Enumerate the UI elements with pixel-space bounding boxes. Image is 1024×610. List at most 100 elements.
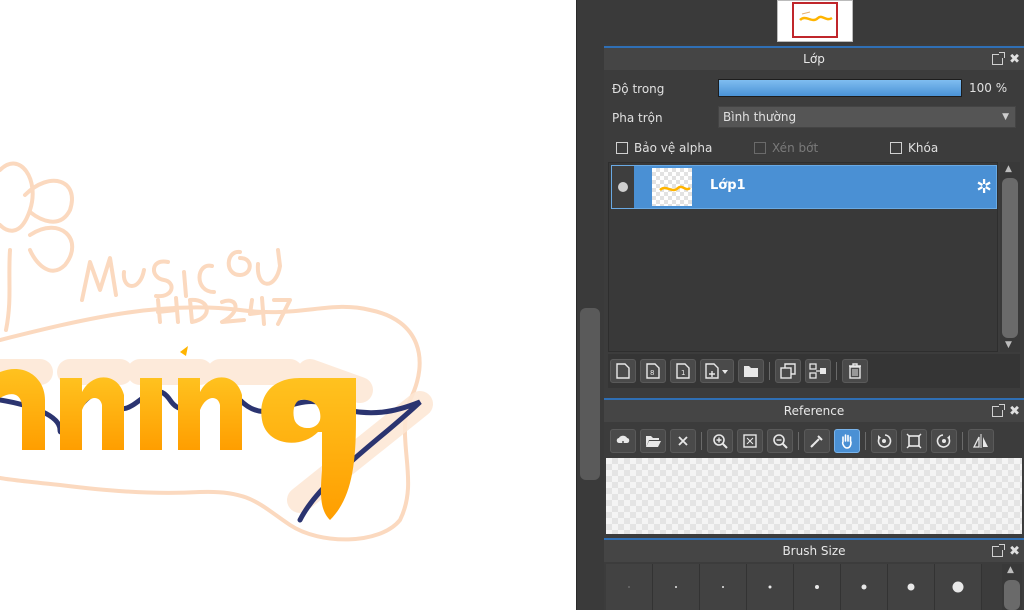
brush-size-scrollbar[interactable]: ▲ bbox=[1002, 564, 1022, 610]
protect-alpha-checkbox[interactable]: Bảo vệ alpha bbox=[616, 141, 712, 155]
toolbar-separator bbox=[836, 362, 837, 380]
reference-canvas[interactable] bbox=[606, 458, 1022, 534]
zoom-out-button[interactable] bbox=[767, 429, 793, 453]
brush-dot bbox=[861, 584, 867, 590]
brush-dot bbox=[768, 585, 772, 589]
layer-name[interactable]: Lớp1 bbox=[710, 178, 746, 193]
eye-icon[interactable] bbox=[618, 182, 628, 192]
new-8bit-layer-button[interactable]: 8 bbox=[640, 359, 666, 383]
canvas-scroll-thumb[interactable] bbox=[580, 308, 600, 480]
layer-8bit-icon: 8 bbox=[646, 363, 660, 379]
layer-row[interactable]: Lớp1 ✲ bbox=[611, 165, 997, 209]
zoom-out-icon bbox=[773, 434, 788, 449]
brush-size-cell[interactable] bbox=[653, 564, 700, 610]
close-icon[interactable]: ✖ bbox=[1009, 545, 1020, 558]
rotate-left-button[interactable] bbox=[871, 429, 897, 453]
blend-mode-select[interactable]: Bình thường ▼ bbox=[718, 106, 1016, 128]
layer-1bit-icon: 1 bbox=[676, 363, 690, 379]
layer-toolbar: 8 1 bbox=[610, 357, 868, 385]
reference-panel-title: Reference bbox=[783, 404, 845, 418]
lock-label: Khóa bbox=[908, 141, 939, 155]
new-folder-button[interactable] bbox=[738, 359, 764, 383]
layer-panel-header: Lớp ✖ bbox=[604, 46, 1024, 70]
brush-size-cell[interactable] bbox=[747, 564, 794, 610]
svg-text:8: 8 bbox=[650, 369, 654, 377]
brush-size-cell[interactable] bbox=[794, 564, 841, 610]
flip-horizontal-button[interactable] bbox=[968, 429, 994, 453]
brush-size-cell[interactable] bbox=[841, 564, 888, 610]
duplicate-icon bbox=[780, 363, 796, 379]
clipping-label: Xén bớt bbox=[772, 141, 819, 155]
popout-icon[interactable] bbox=[992, 543, 1006, 557]
brush-dot bbox=[952, 581, 964, 593]
brush-size-cell[interactable] bbox=[700, 564, 747, 610]
layer-list-scrollbar[interactable]: ▲ ▼ bbox=[1000, 162, 1020, 352]
scroll-down-icon[interactable]: ▼ bbox=[1005, 340, 1012, 350]
hand-tool-button[interactable] bbox=[834, 429, 860, 453]
cloud-import-button[interactable] bbox=[610, 429, 636, 453]
brush-dot bbox=[675, 586, 677, 588]
brush-dot bbox=[722, 586, 724, 588]
eyedropper-icon bbox=[810, 435, 823, 448]
new-layer-button[interactable] bbox=[610, 359, 636, 383]
fit-canvas-icon bbox=[906, 433, 922, 449]
opacity-value: 100 % bbox=[969, 81, 1008, 95]
merge-icon bbox=[809, 363, 826, 379]
layer-list[interactable]: Lớp1 ✲ bbox=[608, 162, 998, 352]
drawing-canvas[interactable] bbox=[0, 0, 576, 610]
toolbar-separator bbox=[769, 362, 770, 380]
rotate-right-button[interactable] bbox=[931, 429, 957, 453]
rotate-left-icon bbox=[877, 434, 892, 448]
close-icon[interactable]: ✖ bbox=[1009, 405, 1020, 418]
fit-canvas-button[interactable] bbox=[901, 429, 927, 453]
fit-view-button[interactable] bbox=[737, 429, 763, 453]
brush-size-panel-title: Brush Size bbox=[782, 544, 846, 558]
scroll-up-icon[interactable]: ▲ bbox=[1005, 164, 1012, 174]
lock-checkbox[interactable]: Khóa bbox=[890, 141, 938, 155]
opacity-slider[interactable] bbox=[718, 79, 962, 97]
merge-layer-button[interactable] bbox=[805, 359, 831, 383]
layer-visibility-toggle[interactable] bbox=[612, 166, 634, 208]
layer-panel-title: Lớp bbox=[803, 52, 825, 66]
canvas-vertical-scrollbar[interactable] bbox=[576, 0, 604, 610]
tittle-mark bbox=[180, 346, 188, 356]
popout-icon[interactable] bbox=[992, 51, 1006, 65]
brush-dot bbox=[815, 585, 819, 589]
toolbar-separator bbox=[865, 432, 866, 450]
new-1bit-layer-button[interactable]: 1 bbox=[670, 359, 696, 383]
folder-icon bbox=[744, 366, 758, 377]
brush-size-cell[interactable] bbox=[935, 564, 982, 610]
side-panel: Lớp ✖ Độ trong 100 % Pha trộn Bình thườn… bbox=[604, 0, 1024, 610]
navigator-view-frame[interactable] bbox=[792, 2, 838, 38]
sketch-strokes bbox=[0, 161, 422, 542]
checkbox-box[interactable] bbox=[616, 142, 628, 154]
blend-mode-value: Bình thường bbox=[723, 110, 797, 124]
delete-layer-button[interactable] bbox=[842, 359, 868, 383]
fit-icon bbox=[743, 434, 757, 448]
toolbar-separator bbox=[962, 432, 963, 450]
open-reference-button[interactable] bbox=[640, 429, 666, 453]
zoom-in-button[interactable] bbox=[707, 429, 733, 453]
scroll-up-icon[interactable]: ▲ bbox=[1007, 565, 1014, 575]
popout-icon[interactable] bbox=[992, 403, 1006, 417]
brush-size-scroll-thumb[interactable] bbox=[1004, 580, 1020, 610]
layer-thumbnail-preview bbox=[659, 185, 691, 192]
reference-toolbar bbox=[610, 427, 994, 455]
layer-list-scroll-thumb[interactable] bbox=[1002, 178, 1018, 338]
layer-thumbnail bbox=[652, 168, 692, 206]
trash-icon bbox=[849, 363, 861, 379]
eyedropper-button[interactable] bbox=[804, 429, 830, 453]
svg-text:1: 1 bbox=[681, 369, 685, 377]
brush-size-cell[interactable] bbox=[888, 564, 935, 610]
add-layer-dropdown-button[interactable] bbox=[700, 359, 734, 383]
duplicate-layer-button[interactable] bbox=[775, 359, 801, 383]
close-reference-button[interactable] bbox=[670, 429, 696, 453]
cloud-download-icon bbox=[616, 435, 630, 448]
brush-size-cell[interactable] bbox=[606, 564, 653, 610]
flip-icon bbox=[973, 434, 988, 448]
brush-dot bbox=[628, 586, 630, 588]
close-icon[interactable]: ✖ bbox=[1009, 53, 1020, 66]
checkbox-box[interactable] bbox=[890, 142, 902, 154]
gear-icon[interactable]: ✲ bbox=[976, 177, 992, 197]
navigator-thumbnail[interactable] bbox=[777, 0, 853, 42]
